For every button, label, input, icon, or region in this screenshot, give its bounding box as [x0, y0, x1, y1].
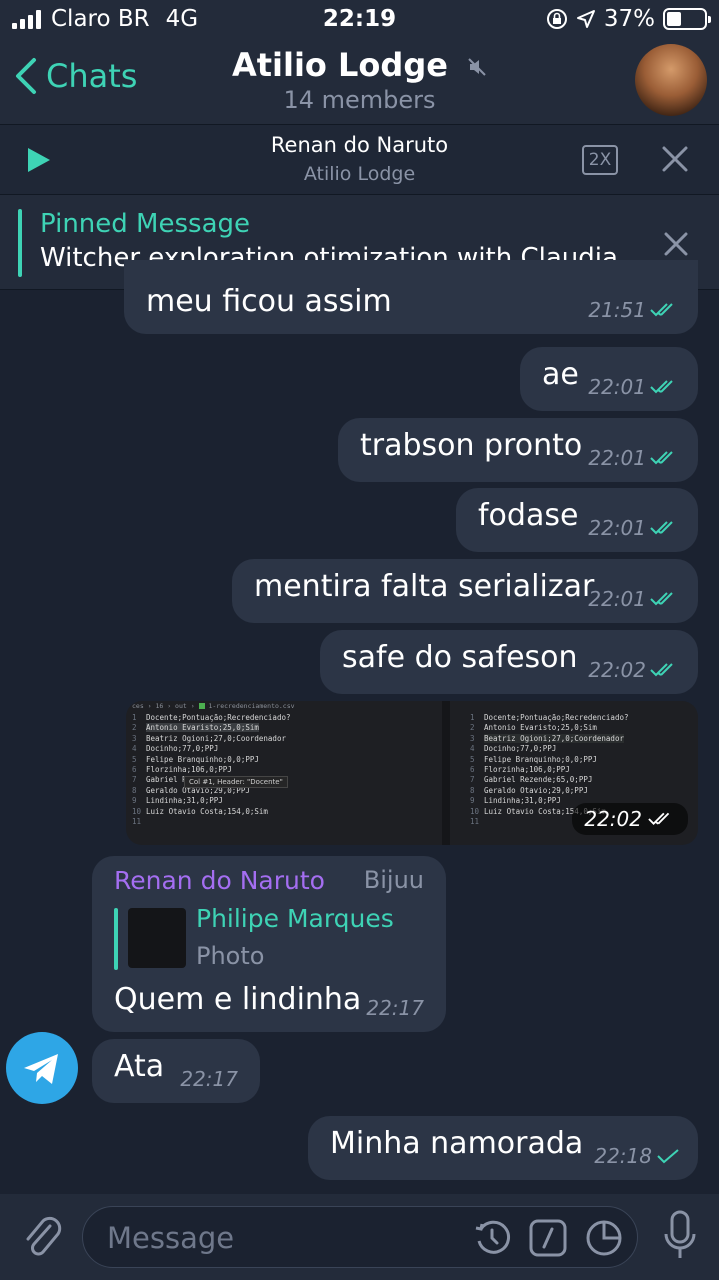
single-check-icon	[657, 1149, 679, 1164]
message-bubble[interactable]: Minha namorada 22:18	[308, 1116, 698, 1180]
pane-divider	[442, 701, 450, 845]
pinned-title: Pinned Message	[40, 209, 251, 239]
rotation-lock-icon	[546, 9, 567, 29]
double-check-icon	[650, 303, 673, 317]
code-line: Beatriz Ogioni;27,0;Coordenador	[146, 733, 286, 743]
quoted-photo-thumbnail	[128, 908, 186, 968]
message-time: 22:01	[588, 516, 646, 540]
code-line: Florzinha;106,0;PPJ	[484, 765, 570, 775]
message-text: meu ficou assim	[146, 284, 392, 319]
sender-name[interactable]: Renan do Naruto	[114, 866, 325, 895]
message-text: Quem e lindinha	[114, 982, 362, 1017]
double-check-icon	[650, 663, 673, 677]
muted-icon	[468, 58, 486, 76]
file-icon	[198, 703, 205, 709]
code-line: Felipe Branquinho;0,0;PPJ	[484, 754, 597, 764]
double-check-icon	[650, 451, 673, 465]
message-text: fodase	[478, 498, 579, 533]
code-line: Gabriel Rezende;65,0;PPJ	[484, 775, 593, 785]
quoted-type: Photo	[196, 942, 265, 970]
microphone-icon[interactable]	[663, 1210, 697, 1262]
message-time: 22:18	[594, 1144, 652, 1168]
editor-breadcrumb: ces › 16 › out ›	[132, 702, 199, 710]
sender-avatar[interactable]	[6, 1032, 78, 1104]
message-input-bar: Message	[0, 1194, 719, 1280]
audio-player-bar: Renan do Naruto Atilio Lodge 2X	[0, 124, 719, 194]
code-line: Lindinha;31,0;PPJ	[484, 796, 561, 806]
message-bubble[interactable]: safe do safeson 22:02	[320, 630, 698, 694]
double-check-icon	[650, 521, 673, 535]
sender-role: Bijuu	[363, 866, 424, 894]
quoted-sender[interactable]: Philipe Marques	[196, 904, 394, 933]
message-bubble[interactable]: meu ficou assim 21:51	[124, 260, 698, 334]
close-icon[interactable]	[661, 145, 689, 173]
code-line: Beatriz Ogioni;27,0;Coordenador	[484, 733, 624, 743]
member-count: 14 members	[283, 86, 436, 114]
battery-percent: 37%	[603, 6, 655, 32]
editor-tooltip: Col #1, Header: "Docente"	[184, 776, 288, 788]
code-line: Antonio Evaristo;25,0;Sim	[146, 723, 259, 733]
code-line: Florzinha;106,0;PPJ	[146, 765, 232, 775]
sticker-icon[interactable]	[585, 1219, 623, 1257]
message-time: 22:02	[584, 807, 642, 831]
message-text: Ata	[114, 1049, 165, 1084]
location-icon	[576, 10, 595, 28]
pinned-accent-bar	[18, 209, 22, 277]
photo-message[interactable]: ces › 16 › out › 1-recredenciamento.csv …	[126, 701, 698, 845]
attach-icon[interactable]	[20, 1212, 64, 1262]
message-time: 22:17	[180, 1067, 238, 1091]
quote-accent-bar	[114, 908, 118, 970]
message-input[interactable]: Message	[82, 1206, 638, 1268]
telegram-icon	[24, 1054, 58, 1084]
message-time: 22:01	[588, 375, 646, 399]
code-line: Docente;Pontuação;Recredenciado?	[484, 713, 629, 722]
code-line: Docente;Pontuação;Recredenciado?	[146, 713, 291, 722]
photo-timestamp: 22:02	[572, 803, 688, 835]
chat-header: Chats Atilio Lodge 14 members	[0, 40, 719, 124]
message-bubble[interactable]: trabson pronto 22:01	[338, 418, 698, 482]
timer-icon[interactable]	[473, 1219, 511, 1257]
close-pinned-icon[interactable]	[663, 231, 689, 257]
battery-icon	[663, 8, 711, 30]
playback-speed-button[interactable]: 2X	[582, 145, 618, 175]
chat-title[interactable]: Atilio Lodge 14 members	[0, 46, 719, 114]
message-time: 22:17	[366, 996, 424, 1020]
message-text: mentira falta serializar	[254, 569, 595, 604]
double-check-icon	[648, 812, 670, 825]
code-line: Felipe Branquinho;0,0;PPJ	[146, 754, 259, 764]
message-text: ae	[542, 357, 579, 392]
reply-message-bubble[interactable]: Renan do Naruto Bijuu Philipe Marques Ph…	[92, 856, 446, 1032]
code-line: Lindinha;31,0;PPJ	[146, 796, 223, 806]
message-bubble[interactable]: mentira falta serializar 22:01	[232, 559, 698, 623]
code-pane-left: 1 Docente;Pontuação;Recredenciado? 2 Anton…	[132, 713, 291, 827]
message-time: 22:01	[588, 446, 646, 470]
code-line: Geraldo Otavio;29,0;PPJ	[484, 785, 588, 795]
message-bubble[interactable]: fodase 22:01	[456, 488, 698, 552]
message-text: Minha namorada	[330, 1126, 584, 1161]
bot-commands-icon[interactable]	[529, 1219, 567, 1257]
message-text: trabson pronto	[360, 428, 583, 463]
message-bubble[interactable]: ae 22:01	[520, 347, 698, 411]
code-line: Luiz Otavio Costa;154,0;Sim	[146, 806, 268, 816]
double-check-icon	[650, 592, 673, 606]
message-time: 21:51	[588, 298, 646, 322]
status-bar: Claro BR 4G 22:19 37%	[0, 0, 719, 40]
message-time: 22:01	[588, 587, 646, 611]
chat-name: Atilio Lodge	[231, 46, 448, 84]
message-placeholder: Message	[107, 1221, 235, 1255]
editor-filename: 1-recredenciamento.csv	[208, 702, 295, 710]
double-check-icon	[650, 380, 673, 394]
code-line: Docinho;77,0;PPJ	[146, 744, 219, 754]
code-line: Docinho;77,0;PPJ	[484, 744, 557, 754]
message-time: 22:02	[588, 658, 646, 682]
message-text: safe do safeson	[342, 640, 578, 675]
message-bubble[interactable]: Ata 22:17	[92, 1039, 260, 1103]
group-avatar[interactable]	[635, 44, 707, 116]
code-line: Antonio Evaristo;25,0;Sim	[484, 723, 597, 733]
